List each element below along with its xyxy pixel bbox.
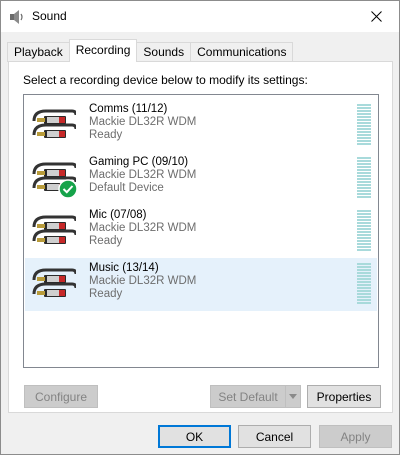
device-text: Comms (11/12) Mackie DL32R WDM Ready: [89, 103, 196, 142]
device-item-gaming-pc[interactable]: Gaming PC (09/10) Mackie DL32R WDM Defau…: [25, 152, 377, 205]
recording-panel: Select a recording device below to modif…: [8, 61, 393, 413]
properties-button[interactable]: Properties: [307, 385, 381, 408]
device-text: Gaming PC (09/10) Mackie DL32R WDM Defau…: [89, 156, 196, 195]
device-driver: Mackie DL32R WDM: [89, 116, 197, 128]
device-driver: Mackie DL32R WDM: [89, 275, 197, 287]
device-status: Ready: [89, 235, 123, 247]
window-title: Sound: [32, 9, 67, 23]
rca-cable-icon: [32, 109, 76, 138]
device-text: Music (13/14) Mackie DL32R WDM Ready: [89, 262, 196, 301]
tab-playback[interactable]: Playback: [7, 42, 70, 62]
title-bar: Sound: [1, 1, 399, 32]
apply-button[interactable]: Apply: [319, 425, 392, 448]
instruction-text: Select a recording device below to modif…: [23, 73, 308, 87]
set-default-dropdown[interactable]: [285, 385, 301, 408]
configure-button[interactable]: Configure: [24, 385, 98, 408]
device-name: Comms (11/12): [89, 103, 168, 115]
sound-dialog: Sound Playback Recording Sounds Communic…: [0, 0, 400, 455]
tab-recording[interactable]: Recording: [68, 39, 138, 62]
device-name: Gaming PC (09/10): [89, 156, 189, 168]
cancel-button[interactable]: Cancel: [238, 425, 311, 448]
speaker-icon: [10, 10, 23, 24]
chevron-down-icon: [289, 394, 297, 399]
device-status: Ready: [89, 129, 123, 141]
tab-strip: Playback Recording Sounds Communications: [7, 39, 294, 62]
level-meter: [357, 263, 371, 305]
level-meter: [357, 157, 371, 199]
ok-button[interactable]: OK: [158, 425, 231, 448]
device-driver: Mackie DL32R WDM: [89, 222, 197, 234]
device-name: Music (13/14): [89, 262, 159, 274]
device-item-mic[interactable]: Mic (07/08) Mackie DL32R WDM Ready: [25, 205, 377, 258]
device-item-music[interactable]: Music (13/14) Mackie DL32R WDM Ready: [25, 258, 377, 311]
device-status: Ready: [89, 288, 123, 300]
set-default-button[interactable]: Set Default: [210, 385, 286, 408]
device-driver: Mackie DL32R WDM: [89, 169, 197, 181]
device-text: Mic (07/08) Mackie DL32R WDM Ready: [89, 209, 196, 248]
rca-cable-icon: [32, 215, 76, 244]
device-item-comms[interactable]: Comms (11/12) Mackie DL32R WDM Ready: [25, 99, 377, 152]
device-list[interactable]: Comms (11/12) Mackie DL32R WDM Ready Gam…: [23, 94, 379, 368]
tab-communications[interactable]: Communications: [190, 42, 294, 62]
level-meter: [357, 210, 371, 252]
level-meter: [357, 104, 371, 146]
tab-sounds[interactable]: Sounds: [136, 42, 192, 62]
default-device-check-icon: [58, 179, 78, 199]
device-status: Default Device: [89, 182, 164, 194]
rca-cable-icon: [32, 268, 76, 297]
device-name: Mic (07/08): [89, 209, 147, 221]
close-button[interactable]: [353, 1, 399, 32]
close-icon: [370, 11, 382, 22]
